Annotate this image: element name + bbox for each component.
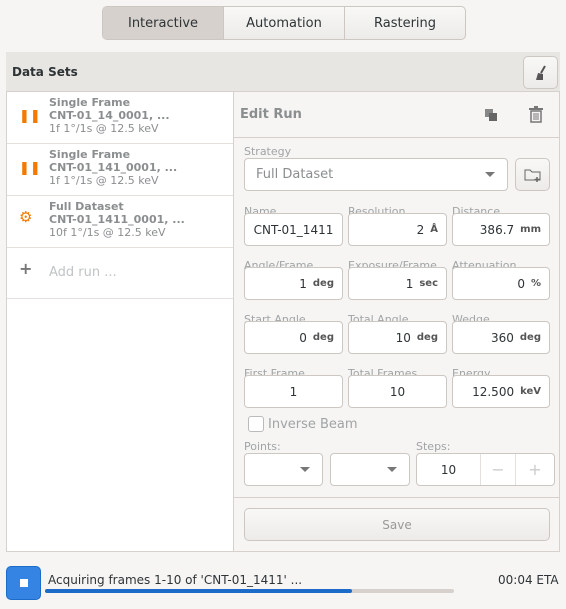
run-name: CNT-01_1411_0001, ... [49, 213, 185, 226]
run-type: Full Dataset [49, 200, 124, 213]
attenuation-unit: % [530, 278, 541, 289]
name-field[interactable]: CNT-01_1411 [244, 213, 343, 246]
start-angle-field[interactable]: 0 deg [244, 321, 343, 354]
chevron-down-icon [300, 467, 310, 472]
tab-interactive[interactable]: Interactive [103, 7, 224, 39]
run-item[interactable]: ❚❚ Single Frame CNT-01_14_0001, ... 1f 1°/1… [7, 92, 233, 144]
run-type: Single Frame [49, 96, 131, 109]
mode-tabs: Interactive Automation Rastering [102, 6, 466, 40]
run-type: Single Frame [49, 148, 131, 161]
increment-button[interactable]: + [515, 454, 554, 485]
first-frame-field[interactable]: 1 [244, 375, 343, 408]
edit-run-title: Edit Run [240, 107, 302, 122]
points-start-combo[interactable] [244, 453, 323, 486]
folder-add-icon [524, 169, 540, 182]
exposure-frame-field[interactable]: 1 sec [348, 267, 447, 300]
run-list: ❚❚ Single Frame CNT-01_14_0001, ... 1f 1°/1… [7, 92, 234, 551]
resolution-field[interactable]: 2Å [348, 213, 447, 246]
angle-frame-unit: deg [312, 278, 334, 289]
run-name: CNT-01_141_0001, ... [49, 161, 178, 174]
pause-icon: ❚❚ [19, 161, 41, 176]
total-angle-value: 10 [395, 330, 411, 345]
inverse-beam-label: Inverse Beam [268, 417, 358, 432]
attenuation-field[interactable]: 0% [452, 267, 550, 300]
add-run-button[interactable]: + Add run ... [7, 248, 233, 299]
copy-icon[interactable] [484, 108, 498, 122]
points-end-combo[interactable] [330, 453, 410, 486]
eta-label: 00:04 ETA [498, 573, 559, 587]
tab-automation[interactable]: Automation [224, 7, 345, 39]
run-name: CNT-01_14_0001, ... [49, 109, 170, 122]
progress-bar [45, 589, 454, 593]
broom-icon [535, 65, 546, 80]
strategy-label: Strategy [244, 145, 292, 158]
resolution-value: 2 [416, 222, 425, 237]
divider [234, 137, 559, 138]
start-angle-value: 0 [299, 330, 307, 345]
stop-button[interactable] [6, 566, 41, 600]
chevron-down-icon [387, 467, 397, 472]
distance-field[interactable]: 386.7 mm [452, 213, 550, 246]
inverse-beam-checkbox[interactable] [248, 416, 264, 432]
distance-value: 386.7 [479, 222, 515, 237]
strategy-value: Full Dataset [256, 167, 334, 182]
name-value: CNT-01_1411 [253, 222, 334, 237]
gears-icon: ⚙ [19, 208, 33, 226]
run-summary: 10f 1°/1s @ 12.5 keV [49, 226, 166, 239]
run-item[interactable]: ❚❚ Single Frame CNT-01_141_0001, ... 1f 1°/… [7, 144, 233, 196]
tab-rastering[interactable]: Rastering [345, 7, 465, 39]
plus-icon: + [19, 259, 33, 278]
total-frames-value: 10 [389, 384, 406, 399]
first-frame-value: 1 [289, 384, 298, 399]
pause-icon: ❚❚ [19, 109, 41, 124]
distance-unit: mm [520, 224, 541, 235]
progress-fill [45, 589, 352, 593]
wedge-field[interactable]: 360 deg [452, 321, 550, 354]
trash-icon[interactable] [528, 106, 544, 123]
total-frames-field[interactable]: 10 [348, 375, 447, 408]
steps-value[interactable]: 10 [417, 463, 480, 477]
exposure-frame-unit: sec [419, 278, 438, 289]
wedge-unit: deg [519, 332, 541, 343]
clear-button[interactable] [523, 56, 558, 89]
divider [234, 497, 559, 498]
angle-frame-field[interactable]: 1 deg [244, 267, 343, 300]
steps-label: Steps: [416, 440, 451, 453]
steps-spinner[interactable]: 10 − + [416, 453, 555, 486]
energy-field[interactable]: 12.500 keV [452, 375, 550, 408]
run-summary: 1f 1°/1s @ 12.5 keV [49, 174, 159, 187]
edit-run-panel: Edit Run Strategy Full Dataset Name CNT-0… [234, 92, 559, 551]
total-angle-field[interactable]: 10 deg [348, 321, 447, 354]
run-summary: 1f 1°/1s @ 12.5 keV [49, 122, 159, 135]
save-button[interactable]: Save [244, 508, 550, 541]
wedge-value: 360 [490, 330, 514, 345]
run-item[interactable]: ⚙ Full Dataset CNT-01_1411_0001, ... 10f 1°… [7, 196, 233, 248]
status-message: Acquiring frames 1-10 of 'CNT-01_1411' .… [48, 573, 303, 587]
start-angle-unit: deg [312, 332, 334, 343]
points-label: Points: [244, 440, 281, 453]
datasets-title: Data Sets [12, 64, 78, 79]
exposure-frame-value: 1 [405, 276, 414, 291]
strategy-combo[interactable]: Full Dataset [244, 158, 508, 191]
stop-icon [19, 579, 28, 587]
attenuation-value: 0 [517, 276, 525, 291]
decrement-button[interactable]: − [480, 454, 515, 485]
save-strategy-button[interactable] [515, 158, 550, 191]
energy-value: 12.500 [472, 384, 515, 399]
angle-frame-value: 1 [299, 276, 307, 291]
datasets-header: Data Sets [6, 52, 560, 92]
total-angle-unit: deg [416, 332, 438, 343]
energy-unit: keV [520, 386, 541, 397]
add-run-label: Add run ... [49, 265, 117, 280]
resolution-unit: Å [430, 224, 438, 235]
chevron-down-icon [485, 172, 495, 177]
